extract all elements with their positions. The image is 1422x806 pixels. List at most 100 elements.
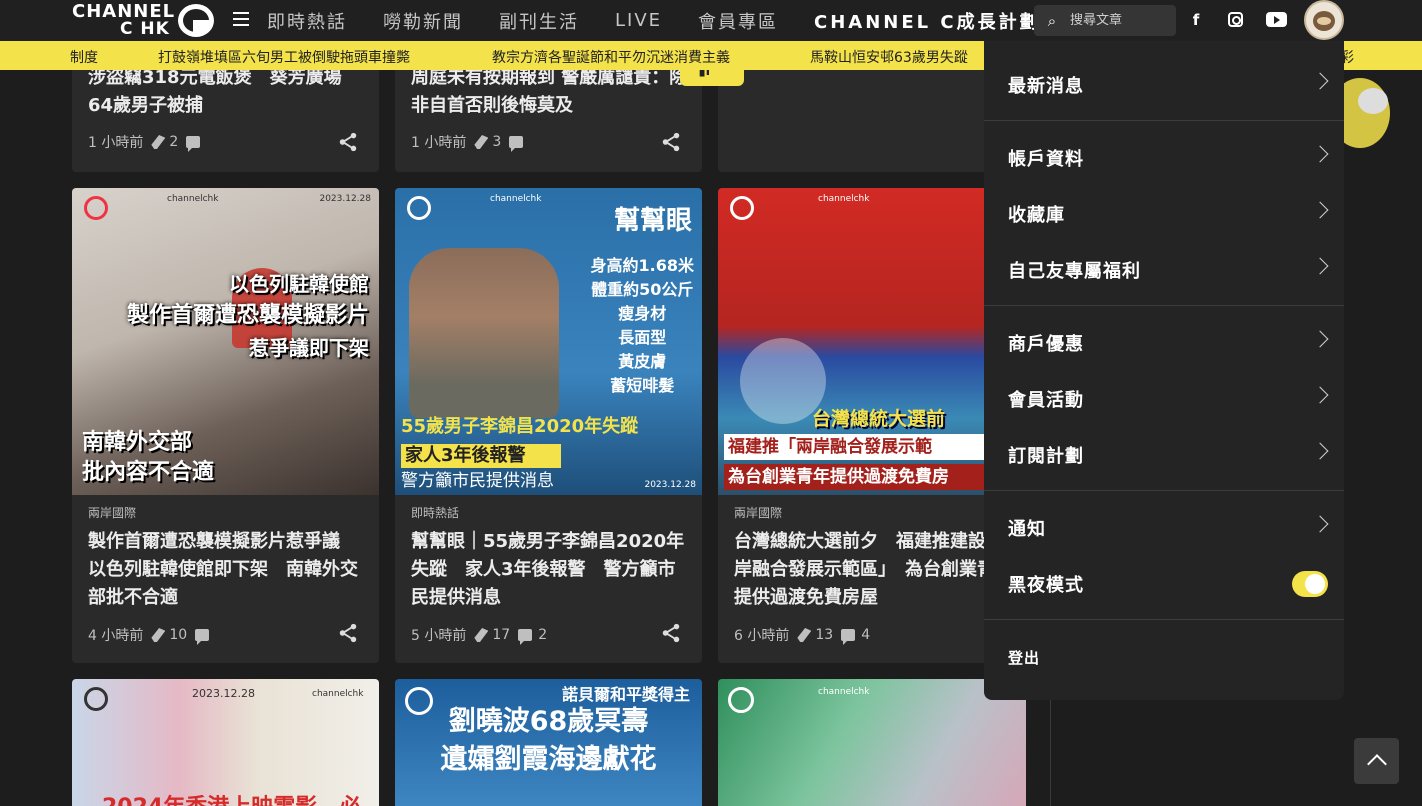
main-nav: 即時熱話 嘮勒新聞 副刊生活 LIVE 會員專區 CHANNEL C成長計劃 (267, 0, 1077, 41)
menu-divider (984, 490, 1344, 491)
ticker-item[interactable]: 馬鞍山恒安邨63歲男失蹤 (810, 47, 968, 67)
nav-item-growth-plan[interactable]: CHANNEL C成長計劃 (814, 8, 1041, 34)
menu-item-account[interactable]: 帳戶資料 (984, 130, 1344, 186)
menu-item-bookmarks[interactable]: 收藏庫 (984, 186, 1344, 242)
article-image[interactable]: channelchk 幫幫眼 身高約1.68米 體重約50公斤 瘦身材 長面型 … (395, 188, 702, 495)
article-time: 6 小時前 (734, 628, 790, 644)
instagram-icon[interactable] (1223, 9, 1247, 31)
article-image[interactable]: 2023.12.28 channelchk 2024年香港上映電影 必 (72, 679, 379, 806)
chevron-right-icon (1311, 257, 1329, 275)
image-brand: channelchk (167, 194, 219, 204)
image-brand: channelchk (818, 687, 870, 697)
comment-icon[interactable] (186, 136, 201, 152)
dark-mode-toggle[interactable] (1292, 571, 1328, 597)
article-card[interactable]: 諾貝爾和平獎得主 劉曉波68歲冥壽 遺孀劉霞海邊獻花 (395, 679, 702, 806)
channel-c-logo[interactable]: CHANNEL C HK (72, 1, 216, 39)
nav-item-news[interactable]: 嘮勒新聞 (383, 8, 463, 34)
article-title[interactable]: 製作首爾遭恐襲模擬影片惹爭議 以色列駐韓使館即下架 南韓外交部批不合適 (88, 528, 366, 612)
image-headline-line: 以色列駐韓使館 (229, 272, 369, 296)
article-image[interactable]: channelchk 2023.12.28 以色列駐韓使館 製作首爾遭恐襲模擬影… (72, 188, 379, 495)
article-card[interactable]: channelchk (718, 679, 1026, 806)
facebook-icon[interactable]: f (1184, 9, 1208, 31)
image-attribute: 蓄短啡髮 (610, 376, 675, 395)
menu-item-member-perks[interactable]: 自己友專屬福利 (984, 242, 1344, 298)
menu-item-dark-mode: 黑夜模式 (984, 556, 1344, 612)
menu-item-label: 登出 (1008, 648, 1041, 667)
image-date: 2023.12.28 (319, 194, 371, 204)
article-meta: 4 小時前 10 (88, 625, 215, 645)
clap-icon[interactable] (474, 628, 489, 642)
image-attribute: 身高約1.68米 (590, 256, 694, 275)
menu-item-label: 最新消息 (1008, 76, 1084, 97)
article-title[interactable]: 幫幫眼｜55歲男子李錦昌2020年失蹤 家人3年後報警 警方籲市民提供消息 (411, 528, 689, 612)
article-category[interactable]: 即時熱話 (411, 504, 459, 521)
article-time: 1 小時前 (411, 135, 467, 151)
ticker-item[interactable]: 打鼓嶺堆填區六旬男工被倒駛拖頭車撞斃 (158, 47, 410, 67)
menu-item-notifications[interactable]: 通知 (984, 500, 1344, 556)
clap-icon[interactable] (474, 135, 489, 149)
clap-count: 2 (169, 134, 179, 150)
youtube-icon[interactable] (1264, 9, 1288, 31)
clap-icon[interactable] (151, 628, 166, 642)
image-brand: channelchk (312, 689, 364, 699)
menu-item-merchant-offers[interactable]: 商戶優惠 (984, 315, 1344, 371)
article-title[interactable]: 涉盜竊318元電飯煲 葵芳廣場64歲男子被捕 (88, 64, 366, 120)
nav-item-members[interactable]: 會員專區 (698, 8, 778, 34)
chevron-right-icon (1311, 72, 1329, 90)
article-card[interactable]: channelchk 台灣總統大選前 福建推「兩岸融合發展示範 為台創業青年提供… (718, 188, 1026, 663)
image-attribute: 黃皮膚 (618, 352, 667, 371)
article-time: 1 小時前 (88, 135, 144, 151)
nav-item-live[interactable]: LIVE (615, 10, 662, 31)
ticker-item[interactable]: 教宗方濟各聖誕節和平勿沉迷消費主義 (492, 47, 730, 67)
menu-item-label: 帳戶資料 (1008, 149, 1084, 170)
share-icon[interactable] (337, 622, 359, 644)
comment-icon[interactable] (195, 629, 210, 645)
comment-icon[interactable] (841, 629, 856, 645)
clap-icon[interactable] (151, 135, 166, 149)
chevron-right-icon (1311, 330, 1329, 348)
article-time: 5 小時前 (411, 628, 467, 644)
image-top-text: 諾貝爾和平獎得主 (561, 685, 690, 704)
menu-icon[interactable] (233, 12, 249, 28)
article-card[interactable]: channelchk 2023.12.28 以色列駐韓使館 製作首爾遭恐襲模擬影… (72, 188, 379, 663)
article-image[interactable]: 諾貝爾和平獎得主 劉曉波68歲冥壽 遺孀劉霞海邊獻花 (395, 679, 702, 806)
comment-icon[interactable] (518, 629, 533, 645)
clap-count: 17 (492, 627, 511, 643)
search-box[interactable]: ⌕ (1034, 5, 1176, 36)
logo-c-mark (178, 4, 214, 37)
article-image[interactable]: channelchk 台灣總統大選前 福建推「兩岸融合發展示範 為台創業青年提供… (718, 188, 1026, 495)
article-image[interactable]: channelchk (718, 679, 1026, 806)
back-to-top-button[interactable] (1354, 738, 1399, 784)
comment-icon[interactable] (509, 136, 524, 152)
search-icon[interactable]: ⌕ (1034, 12, 1070, 30)
search-input[interactable] (1070, 13, 1166, 28)
article-time: 4 小時前 (88, 628, 144, 644)
logo-text-line1: CHANNEL (72, 1, 176, 22)
article-category[interactable]: 兩岸國際 (734, 504, 782, 521)
menu-item-label: 會員活動 (1008, 390, 1084, 411)
article-title[interactable]: 台灣總統大選前夕 福建推建設「兩岸融合發展示範區」 為台創業青年提供過渡免費房屋 (734, 528, 1024, 612)
image-subline: 批內容不合適 (82, 460, 215, 485)
share-icon[interactable] (660, 131, 682, 153)
logo-text-line2: C HK (120, 19, 170, 39)
menu-item-member-events[interactable]: 會員活動 (984, 371, 1344, 427)
nav-item-lifestyle[interactable]: 副刊生活 (499, 8, 579, 34)
share-icon[interactable] (660, 622, 682, 644)
article-title[interactable]: 周庭未有按期報到 警嚴厲譴責：除非自首否則後悔莫及 (411, 64, 689, 120)
image-headline-line: 為台創業青年提供過渡免費房 (724, 464, 1026, 490)
nav-item-hot-topics[interactable]: 即時熱話 (267, 8, 347, 34)
article-category[interactable]: 兩岸國際 (88, 504, 136, 521)
ticker-item[interactable]: 制度 (70, 47, 98, 67)
article-meta: 1 小時前 3 (411, 132, 529, 152)
avatar[interactable] (1304, 0, 1344, 40)
image-headline-line: 福建推「兩岸融合發展示範 (724, 434, 1026, 460)
article-card[interactable]: channelchk 幫幫眼 身高約1.68米 體重約50公斤 瘦身材 長面型 … (395, 188, 702, 663)
menu-divider (984, 305, 1344, 306)
menu-item-latest-news[interactable]: 最新消息 (984, 57, 1344, 113)
article-card[interactable]: 2023.12.28 channelchk 2024年香港上映電影 必 (72, 679, 379, 806)
menu-item-logout[interactable]: 登出 (984, 629, 1344, 685)
clap-icon[interactable] (797, 628, 812, 642)
menu-divider (984, 120, 1344, 121)
menu-item-subscription[interactable]: 訂閱計劃 (984, 427, 1344, 483)
share-icon[interactable] (337, 131, 359, 153)
